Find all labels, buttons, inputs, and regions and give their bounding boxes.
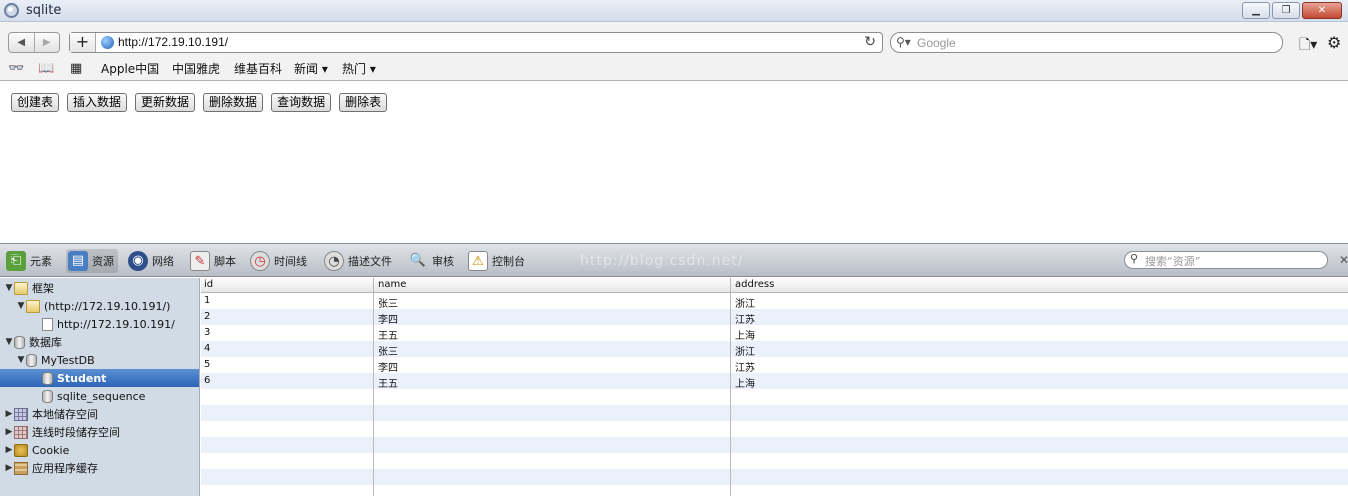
- console-icon: ⚠: [468, 251, 488, 271]
- create-table-button[interactable]: 创建表: [11, 93, 60, 112]
- tree-item-local-storage[interactable]: ▶ 本地储存空间: [0, 405, 199, 423]
- close-icon[interactable]: ✕: [1339, 253, 1348, 267]
- page-menu-icon[interactable]: 🗋▾: [1299, 34, 1317, 58]
- search-field[interactable]: ⚲▾ Google: [890, 32, 1283, 53]
- gear-icon[interactable]: ⚙: [1327, 33, 1341, 52]
- document-icon: [42, 317, 53, 331]
- bookmark-yahoo-china[interactable]: 中国雅虎: [172, 60, 220, 77]
- audits-icon: 🔍: [409, 253, 427, 268]
- forward-arrow-icon[interactable]: ▶: [33, 33, 60, 52]
- bookmarks-book-icon[interactable]: 📖: [38, 61, 54, 76]
- disclosure-open-icon[interactable]: ▼: [4, 283, 14, 293]
- profiles-icon: ◔: [324, 251, 344, 271]
- watermark-text: http://blog.csdn.net/: [580, 253, 744, 269]
- inspector-toolbar: ⎗ 元素 ▤ 资源 ◉ 网络 ✎ 脚本 ◷ 时间线 ◔ 描述文件 🔍 审核 ⚠ …: [0, 243, 1348, 277]
- minimize-icon[interactable]: ▁: [1242, 2, 1270, 19]
- tab-resources[interactable]: ▤ 资源: [66, 249, 118, 273]
- storage-grid-icon: [14, 425, 28, 439]
- tab-audits[interactable]: 🔍 审核: [408, 249, 454, 273]
- column-header-address[interactable]: address: [735, 279, 774, 290]
- column-header-name[interactable]: name: [378, 279, 406, 290]
- table-icon: [42, 389, 53, 403]
- back-forward-buttons: ◀ ▶: [8, 32, 60, 53]
- tree-item-frame-origin[interactable]: ▼ (http://172.19.10.191/): [0, 297, 199, 315]
- window-controls: ▁ ❐ ✕: [1242, 2, 1342, 19]
- bookmark-popular-menu[interactable]: 热门 ▾: [342, 60, 376, 77]
- scripts-icon: ✎: [190, 251, 210, 271]
- tree-item-student-table[interactable]: Student: [0, 369, 199, 387]
- close-icon[interactable]: ✕: [1302, 2, 1342, 19]
- update-data-button[interactable]: 更新数据: [135, 93, 196, 112]
- disclosure-open-icon[interactable]: ▼: [16, 355, 26, 365]
- disclosure-closed-icon[interactable]: ▶: [4, 445, 14, 455]
- disclosure-closed-icon[interactable]: ▶: [4, 409, 14, 419]
- drop-table-button[interactable]: 删除表: [339, 93, 388, 112]
- back-arrow-icon[interactable]: ◀: [9, 33, 34, 52]
- address-bar[interactable]: + http://172.19.10.191/ ↻: [69, 32, 883, 53]
- column-divider[interactable]: [373, 278, 374, 496]
- safari-icon: [4, 3, 19, 18]
- navigation-bar: ◀ ▶ + http://172.19.10.191/ ↻ ⚲▾ Google …: [0, 22, 1348, 56]
- search-placeholder: Google: [917, 36, 956, 50]
- table-icon: [42, 371, 53, 385]
- globe-icon: [101, 36, 114, 49]
- database-icon: [26, 353, 37, 367]
- tree-item-app-cache[interactable]: ▶ 应用程序缓存: [0, 459, 199, 477]
- folder-icon: [26, 299, 40, 313]
- elements-icon: ⎗: [6, 251, 26, 271]
- title-bar: sqlite ▁ ❐ ✕: [0, 0, 1348, 22]
- inspector-search-field[interactable]: ⚲ 搜索“资源”: [1124, 251, 1328, 269]
- tree-item-databases[interactable]: ▼ 数据库: [0, 333, 199, 351]
- tree-item-sqlite-sequence[interactable]: sqlite_sequence: [0, 387, 199, 405]
- column-header-id[interactable]: id: [204, 279, 213, 290]
- resources-sidebar: ▼ 框架 ▼ (http://172.19.10.191/) http://17…: [0, 278, 200, 496]
- page-content: 创建表 插入数据 更新数据 删除数据 查询数据 删除表: [0, 82, 1348, 243]
- tree-item-cookies[interactable]: ▶ Cookie: [0, 441, 199, 459]
- disclosure-open-icon[interactable]: ▼: [16, 301, 26, 311]
- tree-item-frames[interactable]: ▼ 框架: [0, 279, 199, 297]
- resources-icon: ▤: [68, 251, 88, 271]
- bookmarks-bar: 👓 📖 ▦ Apple中国 中国雅虎 维基百科 新闻 ▾ 热门 ▾: [0, 56, 1348, 81]
- inspector-search-placeholder: 搜索“资源”: [1145, 255, 1201, 268]
- bookmark-news-menu[interactable]: 新闻 ▾: [294, 60, 328, 77]
- disclosure-closed-icon[interactable]: ▶: [4, 427, 14, 437]
- tab-profiles[interactable]: ◔ 描述文件: [324, 249, 392, 273]
- folder-icon: [14, 281, 28, 295]
- search-icon: ⚲▾: [896, 35, 911, 49]
- disclosure-closed-icon[interactable]: ▶: [4, 463, 14, 473]
- window-title: sqlite: [26, 3, 62, 18]
- disclosure-open-icon[interactable]: ▼: [4, 337, 14, 347]
- tab-network[interactable]: ◉ 网络: [128, 249, 174, 273]
- column-divider[interactable]: [730, 278, 731, 496]
- tree-item-frame-document[interactable]: http://172.19.10.191/: [0, 315, 199, 333]
- reading-list-icon[interactable]: 👓: [8, 61, 24, 76]
- timeline-icon: ◷: [250, 251, 270, 271]
- insert-data-button[interactable]: 插入数据: [67, 93, 128, 112]
- cookie-icon: [14, 443, 28, 457]
- bookmark-apple-china[interactable]: Apple中国: [101, 60, 159, 77]
- app-cache-icon: [14, 461, 28, 475]
- restore-icon[interactable]: ❐: [1272, 2, 1300, 19]
- tab-scripts[interactable]: ✎ 脚本: [190, 249, 236, 273]
- tree-item-session-storage[interactable]: ▶ 连线时段储存空间: [0, 423, 199, 441]
- storage-grid-icon: [14, 407, 28, 421]
- add-bookmark-icon[interactable]: +: [70, 33, 96, 52]
- tab-elements[interactable]: ⎗ 元素: [6, 249, 52, 273]
- query-data-button[interactable]: 查询数据: [271, 93, 332, 112]
- tree-item-mytestdb[interactable]: ▼ MyTestDB: [0, 351, 199, 369]
- reload-icon[interactable]: ↻: [864, 34, 876, 50]
- tab-timeline[interactable]: ◷ 时间线: [250, 249, 307, 273]
- network-icon: ◉: [128, 251, 148, 271]
- tab-console[interactable]: ⚠ 控制台: [468, 249, 525, 273]
- bookmark-wikipedia[interactable]: 维基百科: [234, 60, 282, 77]
- url-text[interactable]: http://172.19.10.191/: [118, 35, 228, 49]
- top-sites-grid-icon[interactable]: ▦: [70, 61, 82, 76]
- search-icon: ⚲: [1130, 252, 1139, 265]
- data-grid: id name address 1 张三 浙江 2 李四 江苏 3 王五 上海 …: [201, 278, 1348, 496]
- delete-data-button[interactable]: 删除数据: [203, 93, 264, 112]
- action-button-row: 创建表 插入数据 更新数据 删除数据 查询数据 删除表: [11, 93, 388, 112]
- database-icon: [14, 335, 25, 349]
